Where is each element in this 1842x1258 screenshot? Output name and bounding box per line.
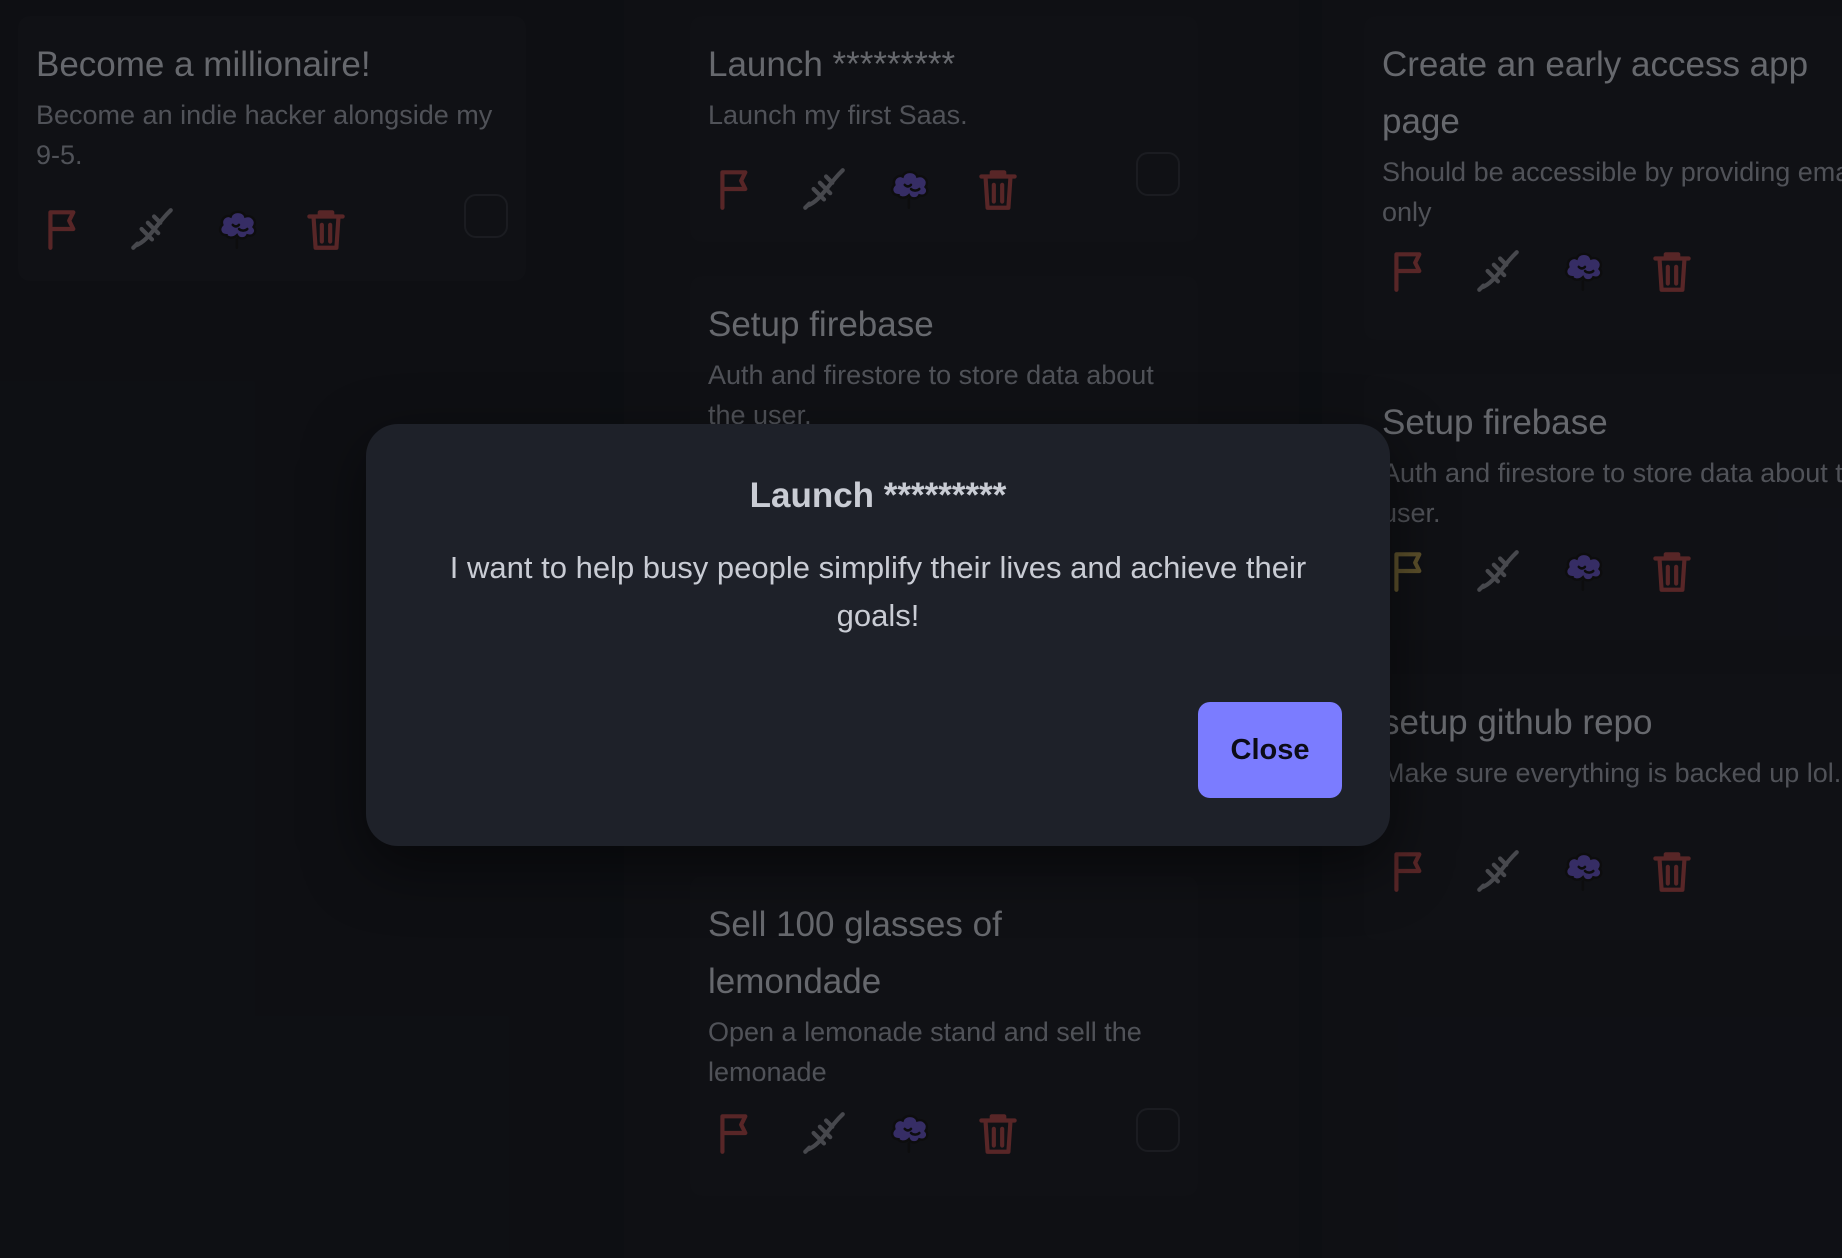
- close-button[interactable]: Close: [1198, 702, 1342, 798]
- modal-title: Launch *********: [749, 476, 1007, 515]
- goal-detail-modal: Launch ********* I want to help busy peo…: [366, 424, 1390, 846]
- modal-body: I want to help busy people simplify thei…: [449, 550, 1307, 633]
